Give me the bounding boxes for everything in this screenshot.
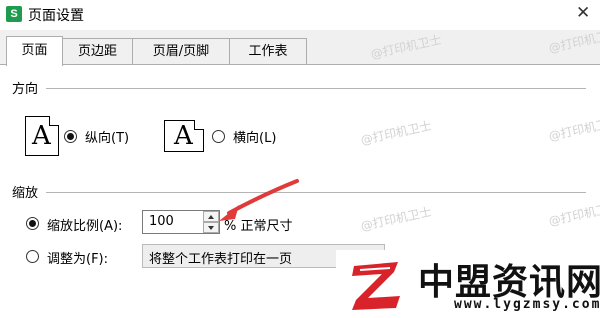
watermark: @打印机卫士 (369, 32, 443, 62)
fit-to-radio[interactable] (26, 250, 39, 263)
tab-header-footer[interactable]: 页眉/页脚 (132, 38, 230, 65)
scaling-divider (46, 192, 586, 193)
scale-label[interactable]: 缩放比例(A): (47, 215, 122, 234)
fit-to-label[interactable]: 调整为(F): (47, 248, 108, 267)
tab-margins[interactable]: 页边距 (62, 38, 133, 65)
scale-percent-input[interactable]: 100 (142, 210, 220, 234)
landscape-radio[interactable] (212, 130, 225, 143)
scale-radio[interactable] (26, 217, 39, 230)
dialog-title: 页面设置 (28, 8, 84, 24)
close-icon[interactable]: ✕ (576, 3, 590, 23)
landscape-page-icon: A (164, 120, 204, 152)
scale-value[interactable]: 100 (149, 214, 174, 229)
portrait-page-icon: A (25, 116, 59, 156)
orientation-group-title: 方向 (12, 82, 39, 97)
spreadsheet-app-icon: S (6, 6, 22, 22)
red-arrow-annotation (219, 179, 299, 221)
portrait-glyph: A (32, 121, 51, 151)
brand-url: www.lygzmsy.com (454, 297, 600, 312)
portrait-label[interactable]: 纵向(T) (85, 127, 129, 146)
scaling-group-title: 缩放 (12, 186, 39, 201)
landscape-label[interactable]: 横向(L) (233, 127, 276, 146)
landscape-glyph: A (174, 121, 193, 151)
fit-to-value: 将整个工作表打印在一页 (149, 252, 293, 267)
portrait-radio[interactable] (64, 130, 77, 143)
tab-sheet[interactable]: 工作表 (229, 38, 307, 65)
orientation-divider (46, 88, 586, 89)
tab-page[interactable]: 页面 (6, 36, 63, 66)
site-brand-overlay: 中盟资讯网 www.lygzmsy.com (336, 250, 600, 318)
brand-logo-icon (348, 256, 406, 314)
title-bar: S 页面设置 ✕ (0, 0, 600, 30)
